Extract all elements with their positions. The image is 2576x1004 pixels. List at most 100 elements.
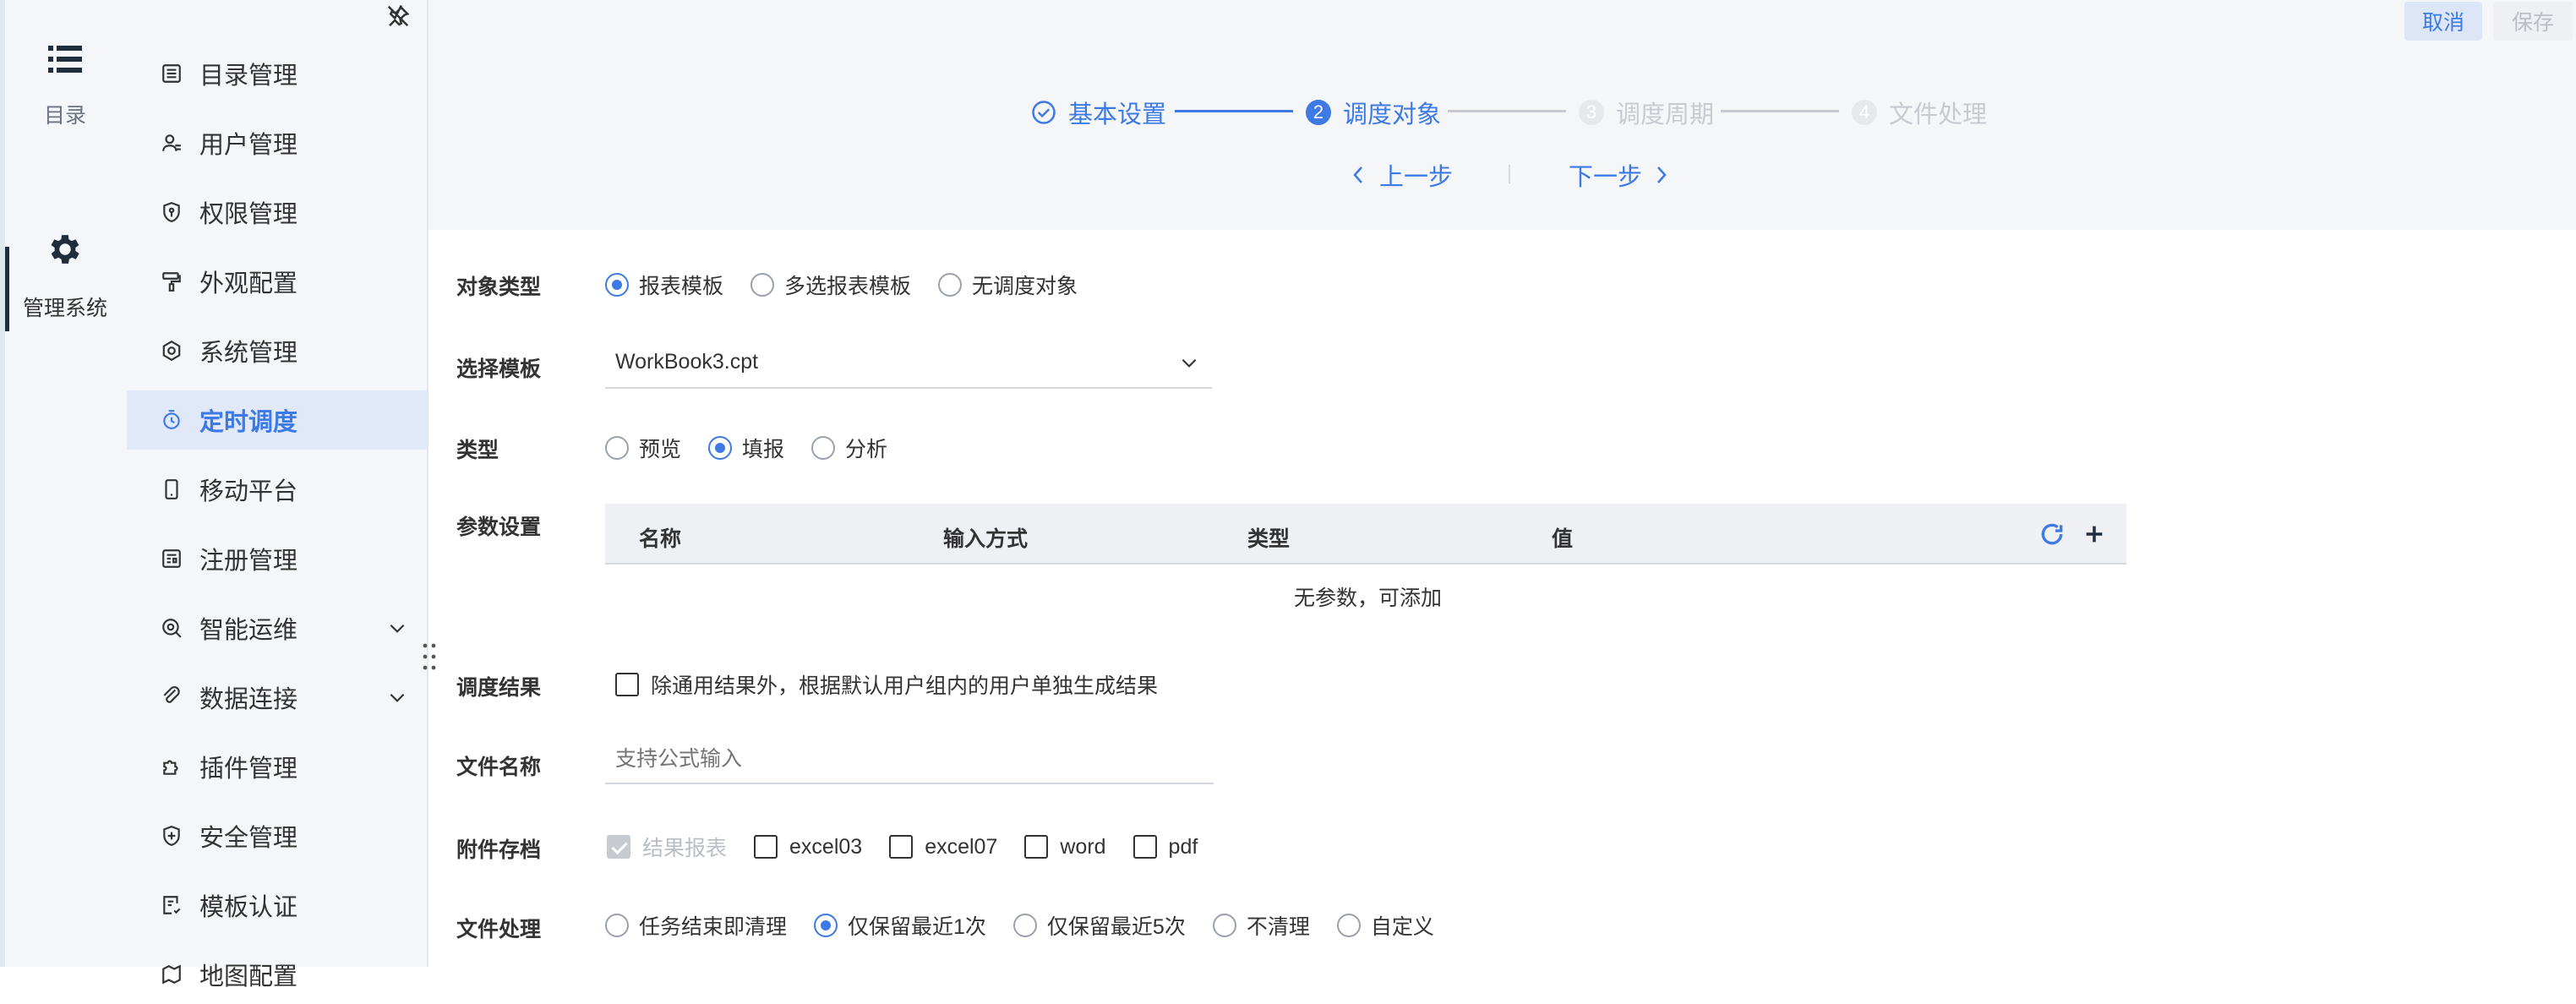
radio-label: 分析: [845, 438, 888, 461]
radio-button[interactable]: [1212, 914, 1236, 937]
radio-button[interactable]: [811, 436, 836, 460]
radio-no-clean[interactable]: 不清理: [1212, 910, 1310, 941]
sidebar-item-scheduling[interactable]: 定时调度: [127, 390, 427, 450]
checkbox[interactable]: [615, 673, 639, 696]
step-label: 调度对象: [1343, 101, 1442, 128]
radio-button[interactable]: [1336, 914, 1361, 937]
radio-button[interactable]: [605, 436, 629, 460]
prev-step-button[interactable]: 上一步: [1349, 157, 1453, 193]
next-step-label: 下一步: [1569, 164, 1643, 191]
checkbox-result-report: 结果报表: [607, 832, 727, 862]
save-button[interactable]: 保存: [2493, 2, 2573, 41]
next-step-button[interactable]: 下一步: [1569, 157, 1671, 193]
chevron-right-icon: [1657, 166, 1667, 183]
sidebar-item-map-config[interactable]: 地图配置: [127, 945, 427, 1004]
checkbox-pdf[interactable]: pdf: [1132, 835, 1198, 859]
ops-icon: [159, 615, 184, 641]
file-handling-radio-group: 任务结束即清理 仅保留最近1次 仅保留最近5次 不清理 自定义: [605, 910, 1434, 941]
step-schedule-object[interactable]: 2 调度对象: [1306, 95, 1441, 130]
step-file-handling[interactable]: 4 文件处理: [1852, 95, 1987, 130]
radio-button[interactable]: [938, 273, 963, 297]
map-icon: [159, 962, 184, 987]
sidebar-item-register[interactable]: 注册管理: [127, 529, 427, 588]
step-basic-settings[interactable]: 基本设置: [1031, 95, 1166, 130]
check-circle-icon: [1032, 101, 1056, 124]
radio-keep-last-1[interactable]: 仅保留最近1次: [814, 910, 986, 941]
checkbox-word[interactable]: word: [1024, 835, 1106, 859]
radio-button[interactable]: [814, 914, 838, 937]
radio-fill[interactable]: 填报: [708, 433, 784, 463]
template-select[interactable]: WorkBook3.cpt: [605, 338, 1212, 389]
radio-label: 无调度对象: [972, 275, 1078, 298]
sidebar-item-label: 目录管理: [199, 63, 298, 90]
chevron-down-icon: [390, 693, 405, 702]
sidebar-item-user-mgmt[interactable]: 用户管理: [127, 113, 427, 172]
sidebar-item-mobile[interactable]: 移动平台: [127, 460, 427, 519]
column-header-type: 类型: [1247, 527, 1291, 551]
add-icon[interactable]: [2082, 522, 2106, 546]
sidebar-item-template-cert[interactable]: 模板认证: [127, 876, 427, 935]
checkbox[interactable]: [1024, 835, 1049, 859]
radio-report-template[interactable]: 报表模板: [605, 270, 723, 300]
checkbox-label: 除通用结果外，根据默认用户组内的用户单独生成结果: [651, 674, 1159, 698]
step-label: 文件处理: [1889, 101, 1988, 128]
radio-preview[interactable]: 预览: [605, 433, 681, 463]
prev-step-label: 上一步: [1379, 164, 1454, 191]
radio-label: 预览: [639, 438, 682, 461]
link-icon: [159, 685, 184, 710]
sidebar-item-directory-mgmt[interactable]: 目录管理: [127, 44, 427, 103]
radio-analysis[interactable]: 分析: [811, 433, 887, 463]
params-label: 参数设置: [456, 516, 542, 539]
checkbox-excel03[interactable]: excel03: [754, 835, 862, 859]
radio-button[interactable]: [605, 273, 629, 297]
step-connector: [1175, 110, 1293, 112]
rail-item-admin[interactable]: 管理系统: [5, 230, 125, 322]
sidebar-item-permission-mgmt[interactable]: 权限管理: [127, 183, 427, 242]
chevron-left-icon: [1353, 166, 1362, 183]
radio-multi-template[interactable]: 多选报表模板: [750, 270, 911, 300]
radio-keep-last-5[interactable]: 仅保留最近5次: [1012, 910, 1186, 941]
radio-button[interactable]: [1012, 914, 1037, 937]
radio-button[interactable]: [750, 273, 775, 297]
radio-custom[interactable]: 自定义: [1336, 910, 1434, 941]
sidebar-item-appearance[interactable]: 外观配置: [127, 252, 427, 311]
checkbox-label: excel03: [789, 834, 863, 859]
sidebar-item-label: 定时调度: [199, 409, 298, 436]
sidebar-item-label: 系统管理: [199, 340, 298, 367]
radio-no-object[interactable]: 无调度对象: [938, 270, 1078, 300]
checkbox[interactable]: [1132, 835, 1157, 859]
params-empty-text: 无参数，可添加: [1294, 587, 1443, 610]
radio-button[interactable]: [605, 914, 629, 937]
radio-clean-on-finish[interactable]: 任务结束即清理: [605, 910, 787, 941]
wizard-header: [428, 0, 2576, 230]
radio-label: 自定义: [1370, 915, 1434, 939]
sidebar-item-label: 数据连接: [199, 686, 298, 713]
template-select-value: WorkBook3.cpt: [615, 350, 759, 374]
sidebar-item-data-connection[interactable]: 数据连接: [127, 668, 427, 727]
sidebar-item-label: 安全管理: [199, 825, 298, 852]
sidebar-item-system-mgmt[interactable]: 系统管理: [127, 321, 427, 380]
result-checkbox-row[interactable]: 除通用结果外，根据默认用户组内的用户单独生成结果: [615, 669, 1158, 700]
sidebar-item-plugins[interactable]: 插件管理: [127, 737, 427, 796]
checkbox[interactable]: [754, 835, 778, 859]
sidebar-item-smart-ops[interactable]: 智能运维: [127, 598, 427, 658]
checkbox[interactable]: [889, 835, 914, 859]
column-header-value: 值: [1552, 527, 1574, 551]
radio-label: 报表模板: [639, 275, 724, 298]
unpin-icon[interactable]: [385, 3, 411, 33]
step-schedule-period[interactable]: 3 调度周期: [1579, 95, 1714, 130]
timer-icon: [159, 407, 184, 433]
rail-item-directory[interactable]: 目录: [5, 44, 125, 129]
cancel-button[interactable]: 取消: [2404, 2, 2482, 41]
checkbox-label: 结果报表: [642, 837, 728, 860]
checkbox-excel07[interactable]: excel07: [889, 835, 997, 859]
filename-input[interactable]: [605, 735, 1214, 784]
sidebar-item-label: 智能运维: [199, 617, 298, 644]
rail-label-admin: 管理系统: [22, 297, 107, 320]
resize-handle-icon[interactable]: [421, 642, 438, 675]
radio-button[interactable]: [708, 436, 733, 460]
step-connector: [1721, 110, 1839, 112]
sidebar-item-label: 地图配置: [199, 963, 298, 990]
refresh-icon[interactable]: [2038, 521, 2066, 548]
sidebar-item-security[interactable]: 安全管理: [127, 806, 427, 865]
